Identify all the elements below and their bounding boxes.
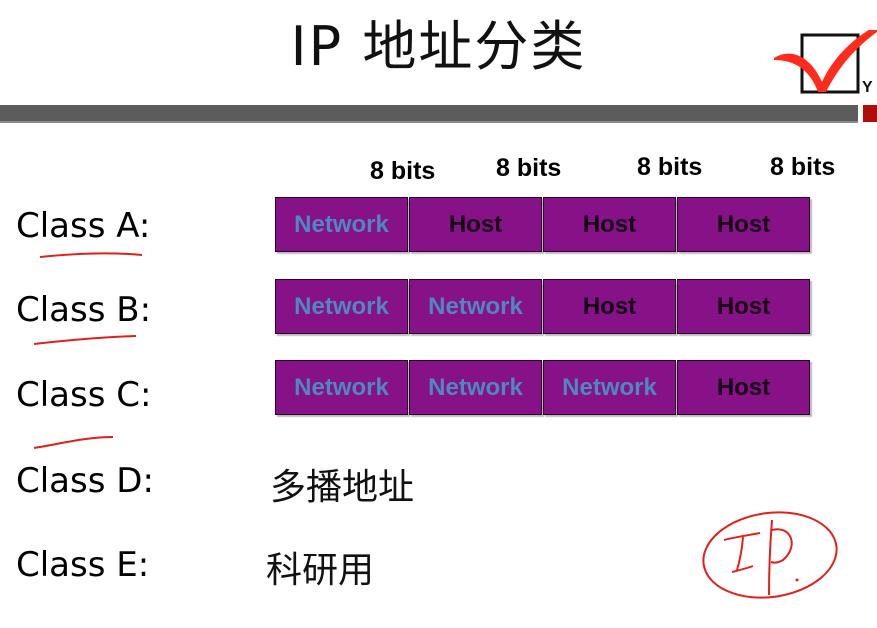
bits-label: 8 bits xyxy=(496,154,562,182)
network-segment: Network xyxy=(275,197,408,252)
host-segment: Host xyxy=(677,279,810,334)
host-segment: Host xyxy=(677,360,810,415)
class-e-label: Class E: xyxy=(16,545,150,585)
class-b-row: Network Network Host Host xyxy=(275,279,811,334)
class-d-label: Class D: xyxy=(16,461,154,501)
host-segment: Host xyxy=(409,197,542,252)
bits-label: 8 bits xyxy=(637,153,703,181)
class-c-label: Class C: xyxy=(16,375,152,415)
class-c-row: Network Network Network Host xyxy=(275,360,811,415)
annotation-circle xyxy=(702,511,838,599)
network-segment: Network xyxy=(275,279,408,334)
logo-letter: Y xyxy=(862,79,873,96)
host-segment: Host xyxy=(543,197,676,252)
network-segment: Network xyxy=(409,360,542,415)
checkbox-check-icon: Y xyxy=(774,30,877,96)
bits-label: 8 bits xyxy=(370,157,436,185)
header-divider xyxy=(0,105,858,123)
network-segment: Network xyxy=(543,360,676,415)
underline-class-b xyxy=(33,335,137,345)
bits-label: 8 bits xyxy=(770,153,836,181)
class-d-description: 多播地址 xyxy=(270,467,415,508)
host-segment: Host xyxy=(677,197,810,252)
network-segment: Network xyxy=(409,279,542,334)
slide-title: IP 地址分类 xyxy=(290,15,587,78)
class-a-row: Network Host Host Host xyxy=(275,197,811,252)
header-divider-accent xyxy=(863,105,877,122)
class-e-description: 科研用 xyxy=(266,550,375,591)
underline-class-c xyxy=(33,436,114,449)
class-b-label: Class B: xyxy=(16,290,152,330)
class-a-label: Class A: xyxy=(16,206,151,246)
network-segment: Network xyxy=(275,360,408,415)
host-segment: Host xyxy=(543,279,676,334)
underline-class-a xyxy=(39,252,143,258)
